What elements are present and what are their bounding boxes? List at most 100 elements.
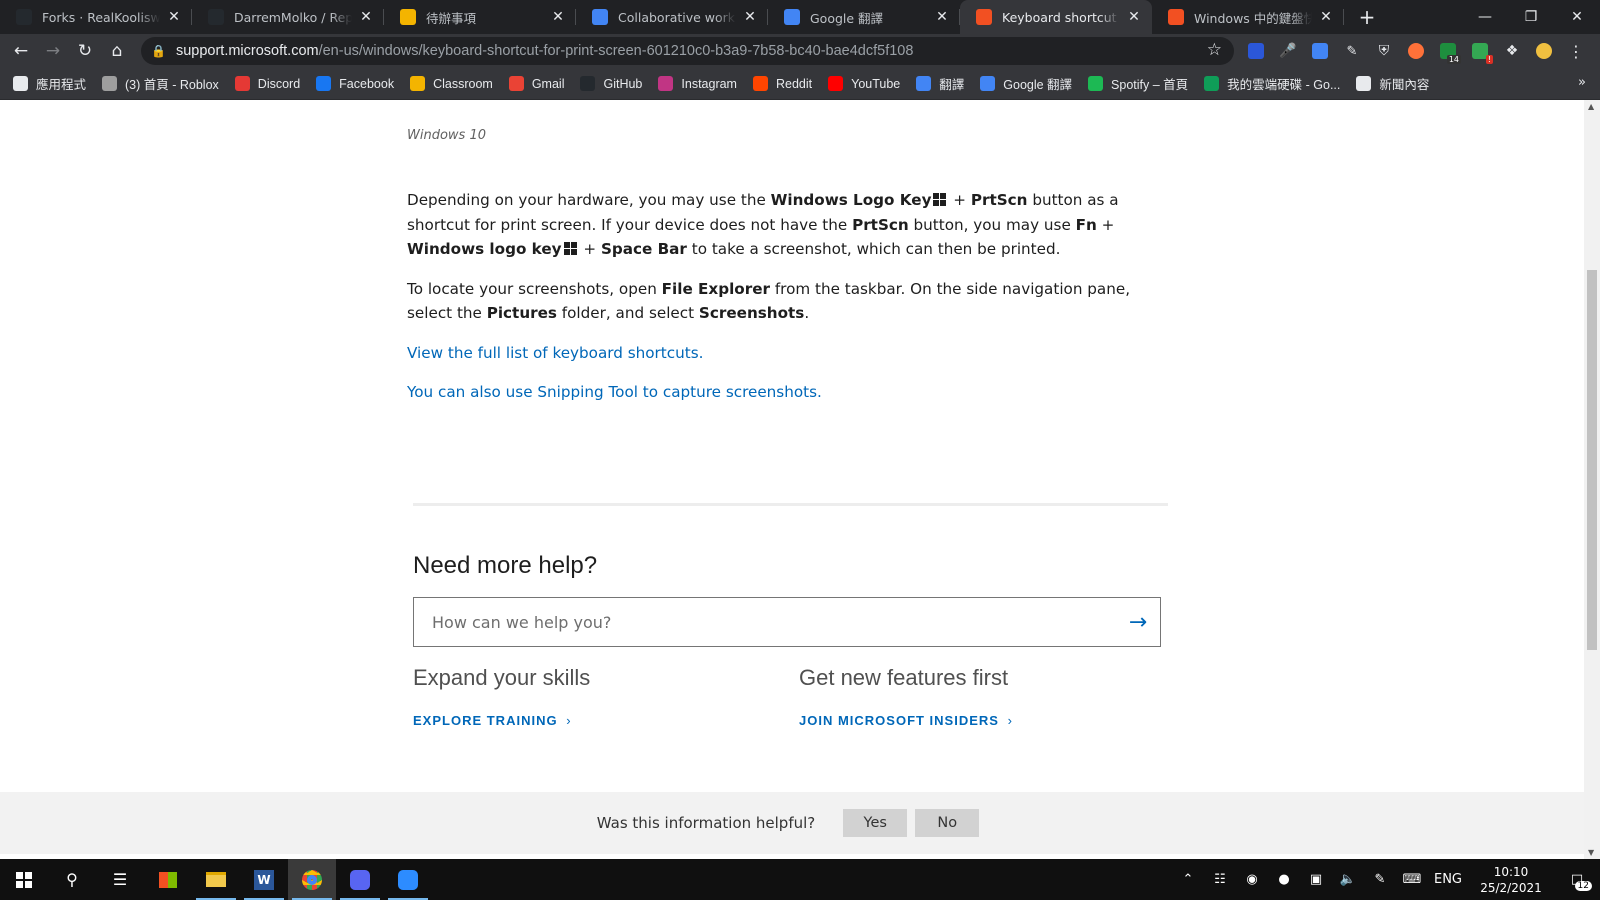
forward-button[interactable]: → [37,36,69,66]
text: To locate your screenshots, open [407,279,662,298]
bookmarks-overflow-icon[interactable]: » [1578,75,1586,90]
windows-start-icon [16,871,32,888]
shield-extension-icon[interactable]: ⛨ [1368,34,1400,68]
browser-tab[interactable]: DarremMolko / Reposit ✕ [192,0,384,34]
text: folder, and select [556,304,699,322]
browser-tab[interactable]: Collaborative work - Co ✕ [576,0,768,34]
extension-1-icon[interactable] [1240,34,1272,68]
tab-close-icon[interactable]: ✕ [742,9,758,25]
network-icon[interactable]: ▣ [1300,872,1332,887]
store-icon[interactable] [144,859,192,900]
bookmark-item[interactable]: GitHub [580,76,642,91]
menu-kebab-icon[interactable]: ⋮ [1560,34,1592,68]
language-indicator[interactable]: ENG [1428,872,1468,887]
help-search-input[interactable] [414,599,1116,645]
tab-favicon-icon [784,9,800,25]
translate-extension-icon[interactable] [1304,34,1336,68]
tab-close-icon[interactable]: ✕ [1126,9,1142,25]
bookmark-item[interactable]: 應用程式 [13,74,86,93]
close-window-button[interactable]: ✕ [1554,0,1600,34]
scrollbar-thumb[interactable] [1587,270,1597,650]
file-explorer-icon[interactable] [192,859,240,900]
bookmark-star-icon[interactable]: ☆ [1207,40,1222,60]
paragraph-locate-screenshots: To locate your screenshots, open File Ex… [407,277,1152,326]
keyboard-icon[interactable]: ⌨ [1396,872,1428,887]
bookmark-item[interactable]: Spotify – 首頁 [1088,74,1188,93]
search-submit-arrow-icon[interactable]: → [1116,610,1160,635]
back-button[interactable]: ← [5,36,37,66]
bookmark-item[interactable]: Instagram [658,76,737,91]
tab-close-icon[interactable]: ✕ [934,9,950,25]
microphone-icon[interactable]: ● [1268,872,1300,887]
bookmark-item[interactable]: YouTube [828,76,900,91]
reload-button[interactable]: ↻ [69,36,101,66]
scroll-down-icon[interactable]: ▼ [1588,848,1594,857]
new-features-heading: Get new features first [799,665,1009,690]
bookmark-item[interactable]: 翻譯 [916,74,964,93]
bookmark-item[interactable]: Classroom [410,76,493,91]
bookmark-item[interactable]: Facebook [316,76,394,91]
join-insiders-link[interactable]: JOIN MICROSOFT INSIDERS › [799,713,1013,728]
browser-tab[interactable]: Google 翻譯 ✕ [768,0,960,34]
bookmark-item[interactable]: (3) 首頁 - Roblox [102,74,219,93]
red-extension-icon[interactable]: ! [1464,34,1496,68]
chevron-up-icon[interactable]: ⌃ [1172,872,1204,887]
feedback-no-button[interactable]: No [915,809,980,837]
bookmark-item[interactable]: 新聞內容 [1356,74,1429,93]
usb-icon[interactable]: ☷ [1204,872,1236,887]
pen-icon[interactable]: ✎ [1364,872,1396,887]
feedback-yes-button[interactable]: Yes [843,809,908,837]
lock-icon[interactable]: 🔒 [151,44,166,58]
tab-close-icon[interactable]: ✕ [550,9,566,25]
green-extension-icon[interactable]: 14 [1432,34,1464,68]
minimize-button[interactable]: — [1462,0,1508,34]
chrome-taskbar-icon[interactable] [288,859,336,900]
extension-alert-badge: ! [1485,55,1493,64]
home-button[interactable]: ⌂ [101,36,133,66]
discord-taskbar-icon[interactable] [336,859,384,900]
pen-extension-icon[interactable]: ✎ [1336,34,1368,68]
explore-training-link[interactable]: EXPLORE TRAINING › [413,713,590,728]
keyboard-shortcuts-link[interactable]: View the full list of keyboard shortcuts… [407,341,1152,366]
tab-close-icon[interactable]: ✕ [166,9,182,25]
bookmark-item[interactable]: Gmail [508,76,564,91]
microphone-extension-icon[interactable]: 🎤 [1272,34,1304,68]
notification-center-icon[interactable]: □ 12 [1554,872,1600,891]
scroll-up-icon[interactable]: ▲ [1588,102,1594,111]
profile-avatar[interactable] [1528,34,1560,68]
notification-count: 12 [1574,881,1592,891]
bookmark-item[interactable]: 我的雲端硬碟 - Go... [1204,74,1340,93]
start-button[interactable] [0,859,48,900]
windows-logo-icon [563,242,577,255]
bookmark-item[interactable]: Reddit [752,76,812,91]
snipping-tool-link[interactable]: You can also use Snipping Tool to captur… [407,380,1152,405]
tab-close-icon[interactable]: ✕ [358,9,374,25]
camera-icon[interactable]: ◉ [1236,872,1268,887]
browser-tab[interactable]: Windows 中的鍵盤快速 ✕ [1152,0,1344,34]
feedback-question: Was this information helpful? [596,814,816,832]
bold-text: Windows Logo Key [770,191,932,209]
firefox-extension-icon[interactable] [1400,34,1432,68]
address-bar[interactable]: 🔒 support.microsoft.com/en-us/windows/ke… [141,37,1234,65]
tab-close-icon[interactable]: ✕ [1318,9,1334,25]
tab-favicon-icon [208,9,224,25]
bookmark-favicon-icon [658,76,674,91]
word-icon[interactable]: W [240,859,288,900]
browser-tab[interactable]: 待辦事項 ✕ [384,0,576,34]
system-tray: ⌃ ☷ ◉ ● ▣ 🔈 ✎ ⌨ ENG 10:10 25/2/2021 □ 12 [1172,859,1600,900]
clock[interactable]: 10:10 25/2/2021 [1468,864,1554,896]
volume-icon[interactable]: 🔈 [1332,872,1364,887]
new-tab-button[interactable]: + [1352,0,1382,34]
search-icon[interactable]: ⚲ [48,859,96,900]
puzzle-extensions-icon[interactable]: ❖ [1496,34,1528,68]
bold-text: Fn [1075,215,1097,234]
bold-text: PrtScn [970,191,1028,209]
page-scrollbar[interactable]: ▲ ▼ [1584,100,1600,859]
zoom-taskbar-icon[interactable] [384,859,432,900]
bookmark-item[interactable]: Discord [234,76,300,91]
browser-tab[interactable]: Forks · RealKooliswVirt ✕ [0,0,192,34]
restore-button[interactable]: ❐ [1508,0,1554,34]
bookmark-item[interactable]: Google 翻譯 [980,74,1072,93]
browser-tab[interactable]: Keyboard shortcut for p ✕ [960,0,1152,34]
task-view-icon[interactable]: ☰ [96,859,144,900]
